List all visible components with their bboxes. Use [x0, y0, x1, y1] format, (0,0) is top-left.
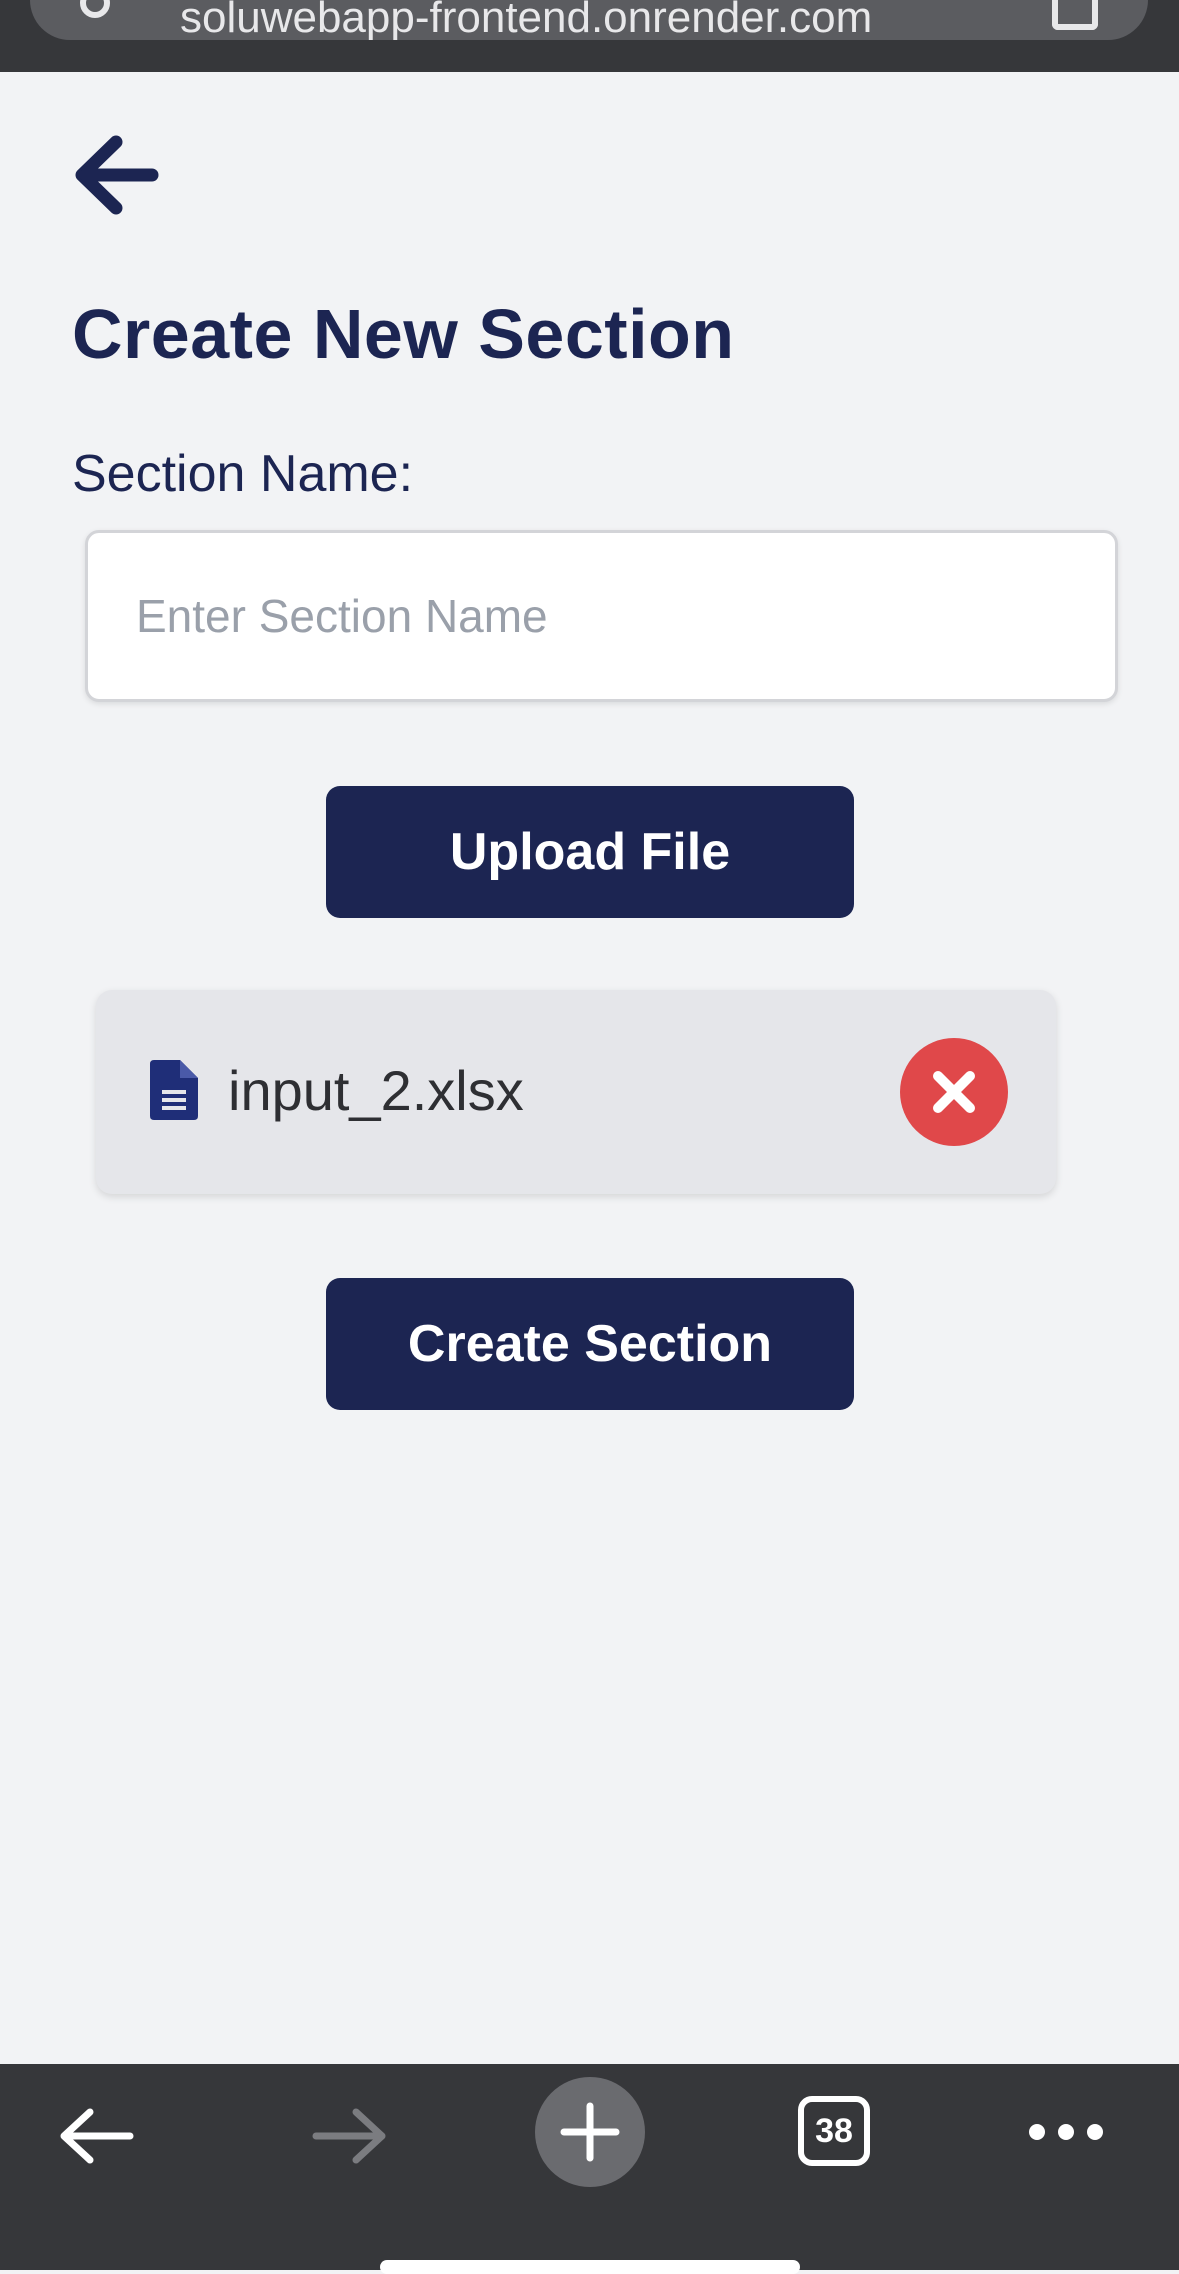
close-icon: [933, 1071, 975, 1113]
attached-file-card: input_2.xlsx: [96, 990, 1056, 1194]
browser-bottom-bar: 38: [0, 2064, 1179, 2274]
tabs-icon: 38: [798, 2096, 870, 2166]
document-icon: [150, 1060, 198, 1120]
create-section-button[interactable]: Create Section: [326, 1278, 854, 1410]
remove-file-button[interactable]: [900, 1038, 1008, 1146]
section-name-input[interactable]: [85, 530, 1118, 702]
more-menu-button[interactable]: [1024, 2064, 1124, 2194]
plus-icon: [535, 2077, 645, 2187]
tabs-button[interactable]: 38: [798, 2064, 878, 2194]
browser-top-bar: soluwebapp-frontend.onrender.com: [0, 0, 1179, 72]
back-button[interactable]: [72, 130, 162, 220]
section-name-label: Section Name:: [72, 445, 414, 503]
attached-file-name: input_2.xlsx: [228, 1059, 524, 1122]
lock-icon: [80, 0, 110, 18]
page-title: Create New Section: [72, 295, 735, 373]
upload-file-button[interactable]: Upload File: [326, 786, 854, 918]
page-content: Create New Section Section Name: Upload …: [0, 72, 1179, 2064]
address-bar-url: soluwebapp-frontend.onrender.com: [180, 0, 873, 40]
home-indicator: [380, 2260, 800, 2274]
new-tab-button[interactable]: [534, 2064, 646, 2194]
share-icon[interactable]: [1052, 0, 1098, 30]
browser-forward-button[interactable]: [296, 2064, 446, 2194]
back-arrow-icon: [60, 2108, 134, 2164]
more-icon: [1029, 2124, 1103, 2140]
forward-arrow-icon: [312, 2108, 386, 2164]
browser-back-button[interactable]: [46, 2064, 196, 2194]
back-arrow-icon: [75, 135, 159, 215]
address-bar[interactable]: soluwebapp-frontend.onrender.com: [30, 0, 1148, 40]
